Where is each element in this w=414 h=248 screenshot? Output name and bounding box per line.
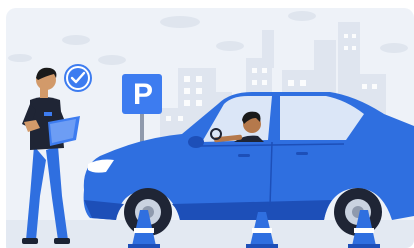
driving-test-illustration: P: [0, 0, 414, 248]
parking-sign-letter: P: [132, 78, 153, 111]
check-circle-icon: [64, 64, 92, 92]
scene-svg: [0, 0, 414, 248]
